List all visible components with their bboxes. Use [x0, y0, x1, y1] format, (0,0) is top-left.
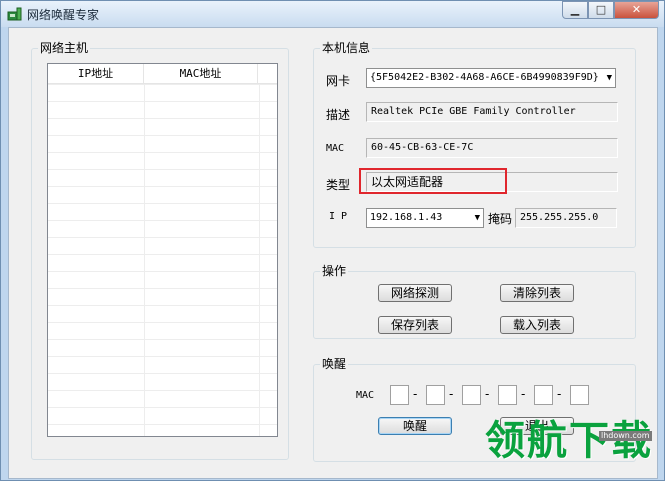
local-info-group-label: 本机信息 [320, 40, 373, 56]
close-button[interactable]: ✕ [614, 1, 659, 19]
wake-mac-label: MAC [356, 390, 375, 401]
chevron-down-icon: ▼ [606, 73, 612, 83]
app-icon [7, 7, 22, 21]
mac-octet-6[interactable] [570, 385, 589, 405]
clear-list-button[interactable]: 清除列表 [500, 284, 574, 302]
watermark-url: lhdown.com [599, 431, 652, 441]
mac-octet-3[interactable] [462, 385, 481, 405]
column-mac[interactable]: MAC地址 [144, 64, 258, 84]
nic-label: 网卡 [326, 74, 351, 88]
mask-field: 255.255.255.0 [515, 208, 617, 228]
wake-button[interactable]: 唤醒 [378, 417, 452, 435]
column-divider [259, 84, 260, 436]
operations-group-label: 操作 [320, 263, 349, 279]
column-extra[interactable] [258, 64, 274, 84]
type-label: 类型 [326, 178, 351, 192]
mac-separator: - [521, 387, 526, 401]
maximize-button[interactable]: □ [588, 1, 614, 19]
mac-octet-1[interactable] [390, 385, 409, 405]
host-listview[interactable]: IP地址 MAC地址 [47, 63, 278, 437]
ip-label: I P [329, 211, 348, 222]
ip-select-value: 192.168.1.43 [370, 212, 443, 223]
ip-select[interactable]: 192.168.1.43 ▼ [366, 208, 484, 228]
save-list-button[interactable]: 保存列表 [378, 316, 452, 334]
nic-select-value: {5F5042E2-B302-4A68-A6CE-6B4990839F9D} [370, 72, 599, 83]
operations-group: 操作 [313, 263, 636, 339]
watermark-text: 领航下载 [485, 418, 653, 464]
maximize-icon: □ [595, 3, 607, 16]
mac-octet-4[interactable] [498, 385, 517, 405]
minimize-icon: ▁ [570, 3, 580, 16]
chevron-down-icon: ▼ [474, 213, 480, 223]
client-area: 网络主机 IP地址 MAC地址 本机信息 网卡 {5F5042E2-B302-4… [8, 27, 658, 479]
window-title: 网络唤醒专家 [27, 8, 100, 22]
description-field: Realtek PCIe GBE Family Controller [366, 102, 618, 122]
minimize-button[interactable]: ▁ [562, 1, 588, 19]
mac-label: MAC [326, 143, 345, 154]
title-bar[interactable]: 网络唤醒专家 ▁ □ ✕ [1, 1, 664, 27]
mac-octet-5[interactable] [534, 385, 553, 405]
close-icon: ✕ [631, 3, 642, 16]
mac-separator: - [485, 387, 490, 401]
host-list-group-label: 网络主机 [38, 40, 91, 56]
type-highlight-box [359, 168, 507, 194]
listview-header: IP地址 MAC地址 [48, 64, 277, 84]
nic-select[interactable]: {5F5042E2-B302-4A68-A6CE-6B4990839F9D} ▼ [366, 68, 616, 88]
mac-separator: - [413, 387, 418, 401]
column-ip[interactable]: IP地址 [48, 64, 144, 84]
mask-label: 掩码 [488, 212, 513, 226]
listview-rows [48, 84, 277, 436]
mac-field: 60-45-CB-63-CE-7C [366, 138, 618, 158]
description-label: 描述 [326, 108, 351, 122]
mac-separator: - [449, 387, 454, 401]
wake-group-label: 唤醒 [320, 356, 349, 372]
mac-octet-2[interactable] [426, 385, 445, 405]
load-list-button[interactable]: 载入列表 [500, 316, 574, 334]
scan-network-button[interactable]: 网络探测 [378, 284, 452, 302]
column-divider [144, 84, 145, 436]
mac-separator: - [557, 387, 562, 401]
app-window: 网络唤醒专家 ▁ □ ✕ 网络主机 IP地址 MAC地址 本机信息 网卡 {5F… [0, 0, 665, 481]
